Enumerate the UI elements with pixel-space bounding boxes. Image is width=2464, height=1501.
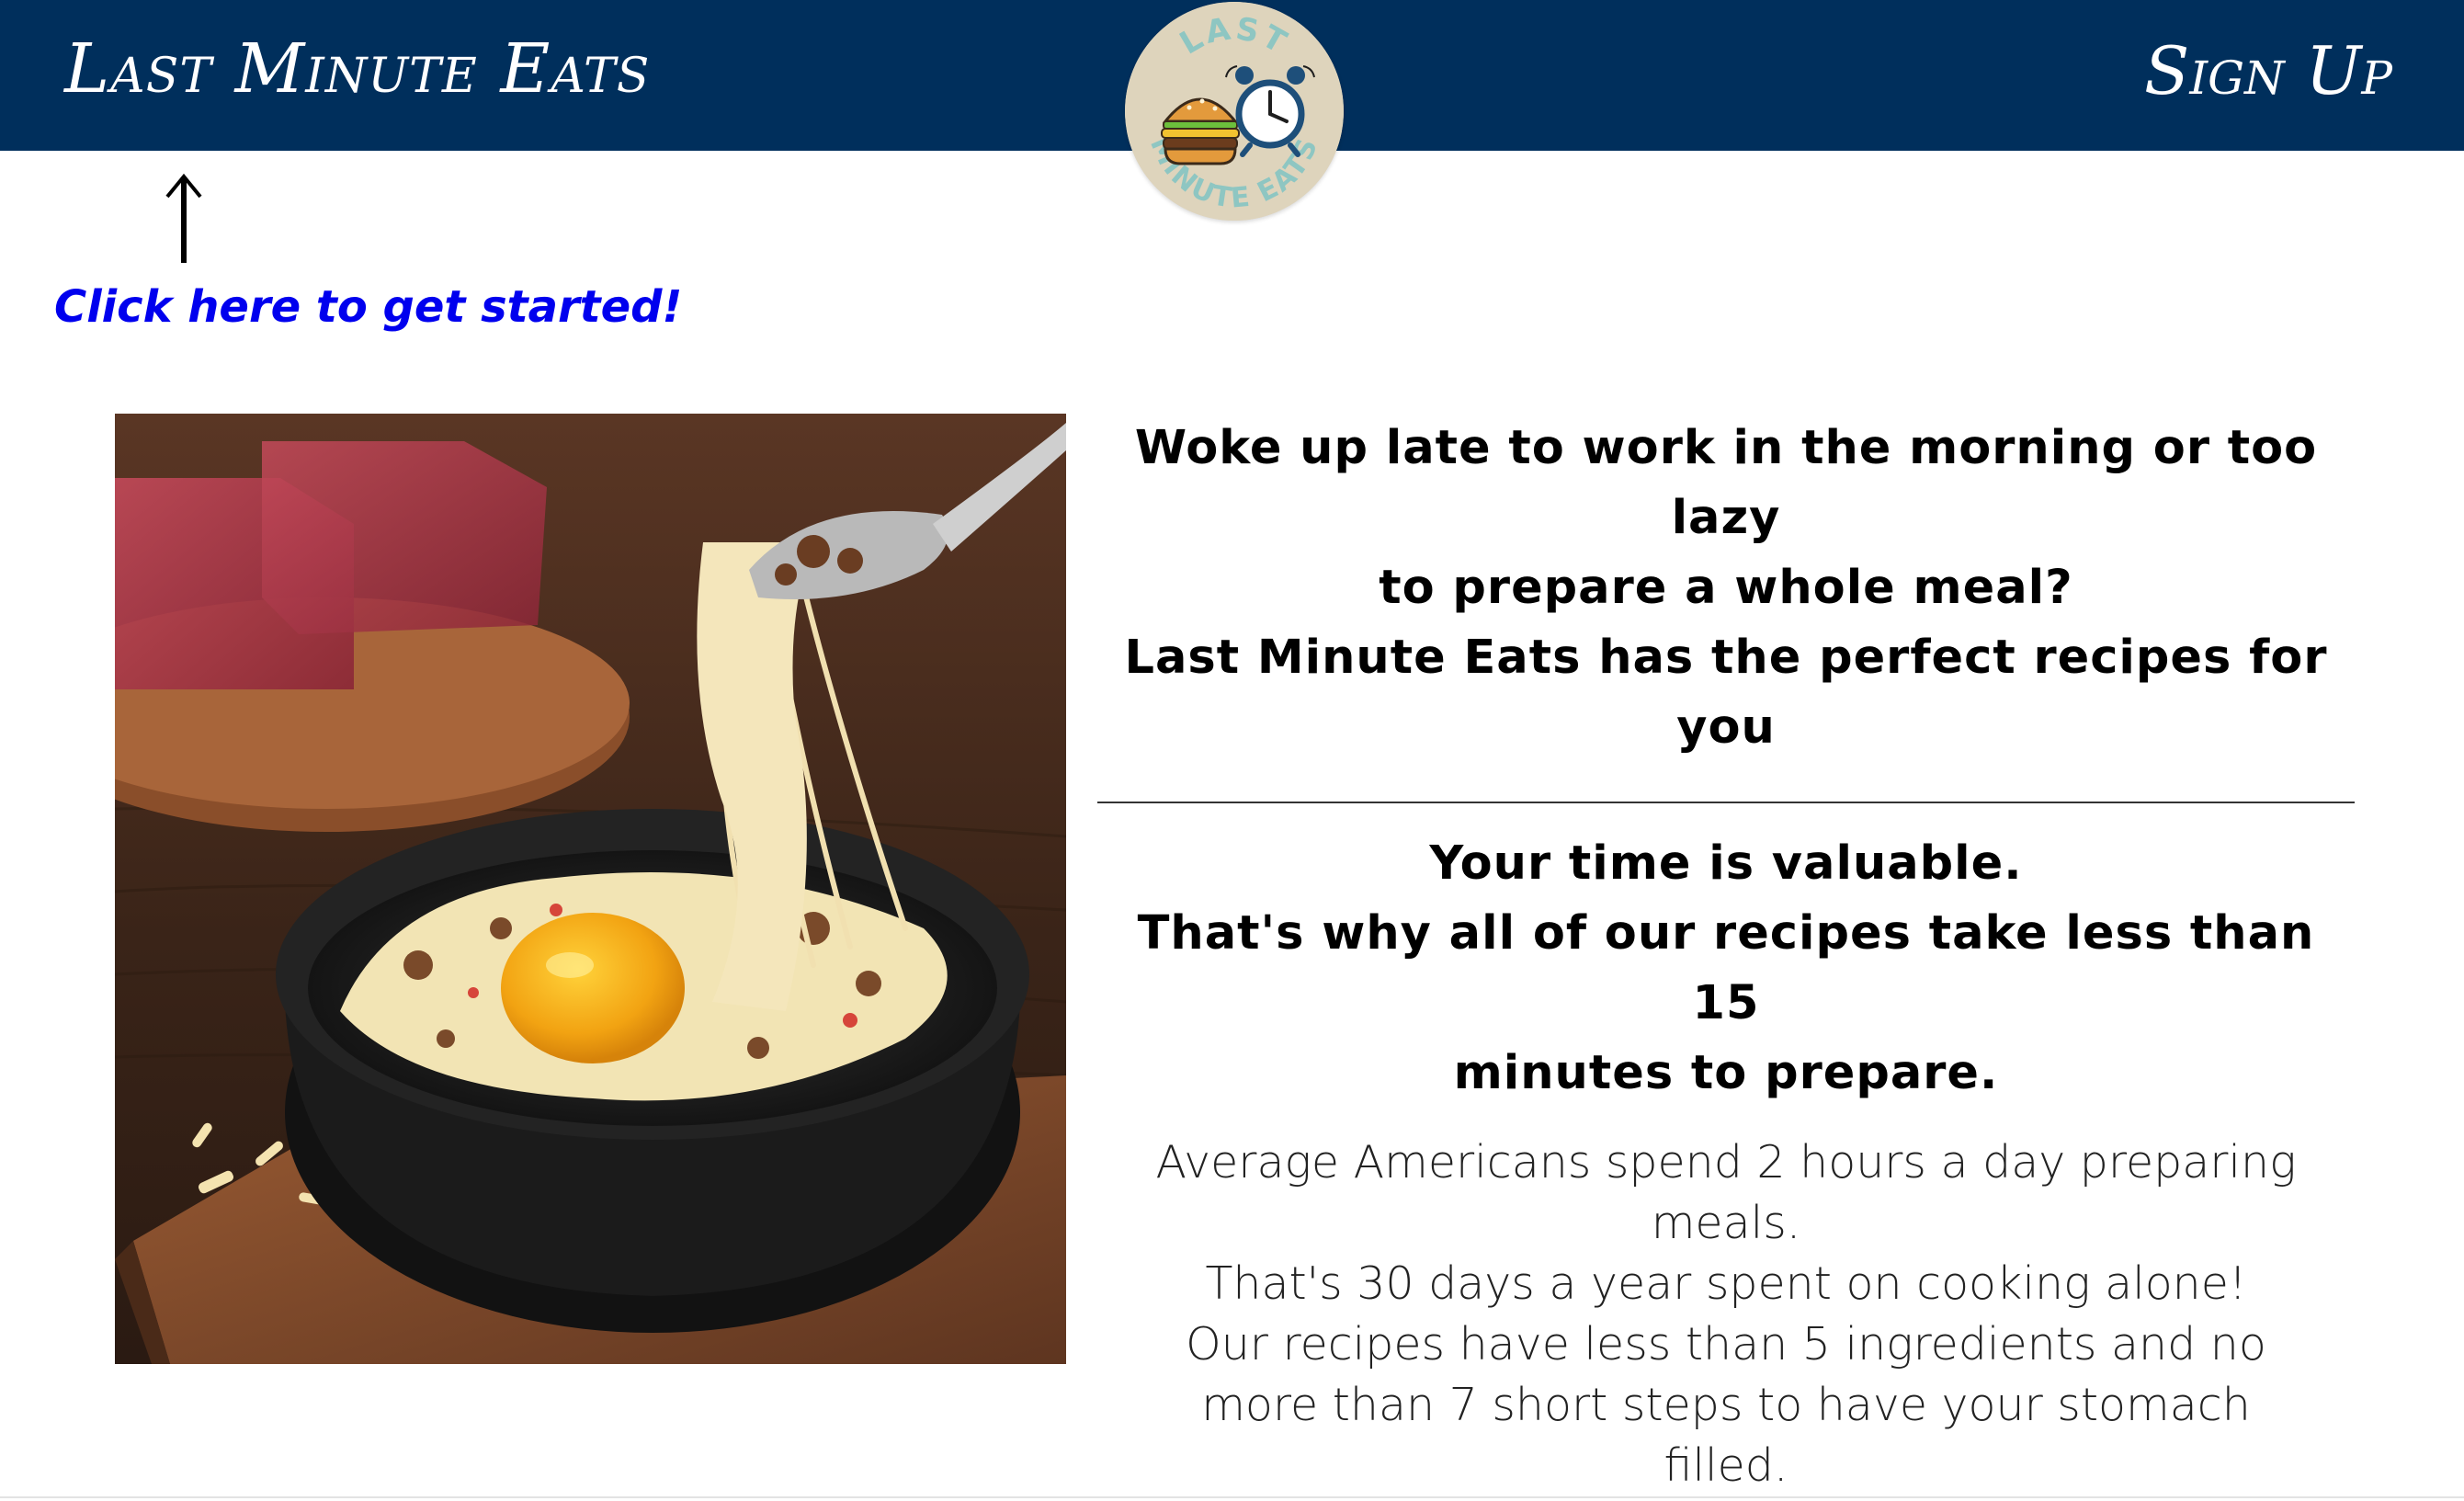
- logo-graphic: LAST MINUTE EATS: [1125, 2, 1344, 221]
- facts-line: meals.: [1651, 1197, 1801, 1249]
- intro-line: Woke up late to work in the morning or t…: [1134, 421, 2318, 545]
- value-line: That's why all of our recipes take less …: [1137, 906, 2315, 1030]
- facts-line: filled.: [1663, 1439, 1788, 1492]
- up-arrow-icon: [156, 173, 211, 265]
- facts-paragraph: Average Americans spend 2 hours a day pr…: [1138, 1109, 2314, 1496]
- get-started-link[interactable]: Click here to get started!: [54, 270, 682, 344]
- intro-line: Last Minute Eats has the perfect recipes…: [1124, 631, 2328, 755]
- facts-line: more than 7 short steps to have your sto…: [1201, 1379, 2251, 1431]
- site-logo[interactable]: LAST MINUTE EATS: [1125, 2, 1344, 221]
- hero-food-image: [115, 414, 1066, 1364]
- intro-section: Woke up late to work in the morning or t…: [1097, 403, 2355, 1501]
- value-line: Your time is valuable.: [1429, 836, 2023, 891]
- value-line: minutes to prepare.: [1453, 1046, 1999, 1100]
- cheesy-egg-bowl-image: [115, 414, 1066, 1364]
- intro-heading: Woke up late to work in the morning or t…: [1097, 403, 2355, 763]
- page-bottom-divider: [0, 1496, 2464, 1498]
- facts-line: Our recipes have less than 5 ingredients…: [1186, 1318, 2266, 1370]
- sign-up-link[interactable]: Sign Up: [2144, 31, 2392, 110]
- facts-line: Average Americans spend 2 hours a day pr…: [1155, 1136, 2297, 1188]
- value-heading: Your time is valuable. That's why all of…: [1097, 803, 2355, 1109]
- facts-line: That's 30 days a year spent on cooking a…: [1205, 1257, 2247, 1310]
- intro-line: to prepare a whole meal?: [1379, 561, 2073, 615]
- brand-link[interactable]: Last Minute Eats: [64, 28, 650, 110]
- landing-page: Last Minute Eats Sign Up LAST MINUTE EAT…: [0, 0, 2464, 1501]
